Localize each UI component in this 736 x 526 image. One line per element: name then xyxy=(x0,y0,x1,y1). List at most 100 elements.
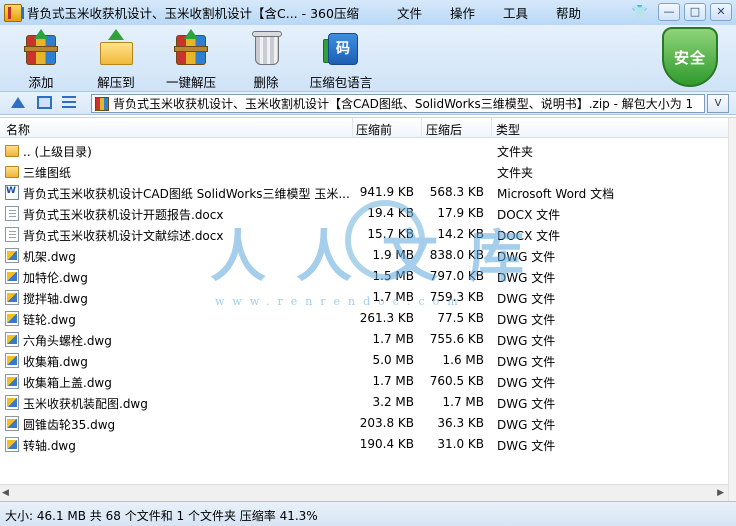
list-item[interactable]: 机架.dwg 1.9 MB 838.0 KB DWG 文件 xyxy=(0,245,720,266)
file-name: 背负式玉米收获机设计文献综述.docx xyxy=(23,229,224,243)
extract-to-button[interactable]: 解压到 xyxy=(81,29,151,91)
folder-icon xyxy=(5,145,19,157)
file-type: DWG 文件 xyxy=(497,250,556,264)
compressed-size: 1.9 MB xyxy=(372,248,414,262)
archive-language-icon: 码 xyxy=(322,29,360,67)
scroll-right-arrow-icon[interactable]: ▶ xyxy=(717,488,724,498)
list-item[interactable]: 玉米收获机装配图.dwg 3.2 MB 1.7 MB DWG 文件 xyxy=(0,392,720,413)
uncompressed-size: 77.5 KB xyxy=(437,311,484,325)
path-dropdown-button[interactable]: V xyxy=(707,94,729,113)
uncompressed-size: 755.6 KB xyxy=(429,332,484,346)
file-type: DOCX 文件 xyxy=(497,208,561,222)
zip-archive-icon xyxy=(95,96,109,111)
file-name: .. (上级目录) xyxy=(23,145,92,159)
file-name: 加特伦.dwg xyxy=(23,271,88,285)
file-type: DWG 文件 xyxy=(497,334,556,348)
archive-language-button[interactable]: 码 压缩包语言 xyxy=(306,29,376,91)
archive-language-button-label: 压缩包语言 xyxy=(309,75,373,90)
list-item[interactable]: 背负式玉米收获机设计开题报告.docx 19.4 KB 17.9 KB DOCX… xyxy=(0,203,720,224)
uncompressed-size: 568.3 KB xyxy=(429,185,484,199)
column-type[interactable]: 类型 xyxy=(496,121,520,138)
menu-help[interactable]: 帮助 xyxy=(556,3,581,22)
list-item[interactable]: 六角头螺栓.dwg 1.7 MB 755.6 KB DWG 文件 xyxy=(0,329,720,350)
list-item[interactable]: 圆锥齿轮35.dwg 203.8 KB 36.3 KB DWG 文件 xyxy=(0,413,720,434)
dwg-file-icon xyxy=(5,374,19,389)
minimize-button[interactable]: — xyxy=(658,3,680,21)
list-item[interactable]: 加特伦.dwg 1.5 MB 797.0 KB DWG 文件 xyxy=(0,266,720,287)
add-button[interactable]: 添加 xyxy=(6,29,76,91)
menu-operation[interactable]: 操作 xyxy=(450,3,475,22)
file-name: 六角头螺栓.dwg xyxy=(23,334,112,348)
file-name: 机架.dwg xyxy=(23,250,76,264)
one-click-extract-button[interactable]: 一键解压 xyxy=(156,29,226,91)
menu-tools[interactable]: 工具 xyxy=(503,3,528,22)
uncompressed-size: 14.2 KB xyxy=(437,227,484,241)
compressed-size: 3.2 MB xyxy=(372,395,414,409)
column-uncompressed[interactable]: 压缩后 xyxy=(426,121,462,138)
list-item[interactable]: 转轴.dwg 190.4 KB 31.0 KB DWG 文件 xyxy=(0,434,720,455)
trash-icon xyxy=(247,29,285,67)
file-name: 收集箱.dwg xyxy=(23,355,88,369)
dwg-file-icon xyxy=(5,269,19,284)
column-name[interactable]: 名称 xyxy=(6,121,30,138)
scroll-left-arrow-icon[interactable]: ◀ xyxy=(2,488,9,498)
skin-shirt-icon[interactable]: 👕 xyxy=(632,5,648,20)
one-click-extract-icon xyxy=(172,29,210,67)
add-button-label: 添加 xyxy=(28,75,54,90)
uncompressed-size: 838.0 KB xyxy=(429,248,484,262)
address-bar: 背负式玉米收获机设计、玉米收割机设计【含CAD图纸、SolidWorks三维模型… xyxy=(0,92,736,115)
list-view-icon[interactable] xyxy=(62,96,76,110)
uncompressed-size: 759.3 KB xyxy=(429,290,484,304)
list-item[interactable]: 背负式玉米收获机设计文献综述.docx 15.7 KB 14.2 KB DOCX… xyxy=(0,224,720,245)
docx-file-icon xyxy=(5,206,19,221)
360zip-app-icon xyxy=(4,3,24,22)
path-text: 背负式玉米收获机设计、玉米收割机设计【含CAD图纸、SolidWorks三维模型… xyxy=(113,97,694,111)
close-button[interactable]: ✕ xyxy=(710,3,732,21)
file-type: DWG 文件 xyxy=(497,271,556,285)
path-field[interactable]: 背负式玉米收获机设计、玉米收割机设计【含CAD图纸、SolidWorks三维模型… xyxy=(91,94,705,113)
compressed-size: 5.0 MB xyxy=(372,353,414,367)
uncompressed-size: 36.3 KB xyxy=(437,416,484,430)
dwg-file-icon xyxy=(5,311,19,326)
column-header: 名称 压缩前 压缩后 类型 xyxy=(0,118,728,138)
file-type: DWG 文件 xyxy=(497,439,556,453)
delete-button-label: 删除 xyxy=(253,75,279,90)
file-type: DWG 文件 xyxy=(497,313,556,327)
delete-button[interactable]: 删除 xyxy=(231,29,301,91)
compressed-size: 261.3 KB xyxy=(359,311,414,325)
list-item[interactable]: .. (上级目录) 文件夹 xyxy=(0,140,720,161)
dwg-file-icon xyxy=(5,290,19,305)
file-type: DWG 文件 xyxy=(497,355,556,369)
uncompressed-size: 17.9 KB xyxy=(437,206,484,220)
horizontal-scrollbar[interactable]: ◀ ▶ xyxy=(0,484,728,501)
compressed-size: 15.7 KB xyxy=(367,227,414,241)
uncompressed-size: 31.0 KB xyxy=(437,437,484,451)
menu-file[interactable]: 文件 xyxy=(397,3,422,22)
list-item[interactable]: 背负式玉米收获机设计CAD图纸 SolidWorks三维模型 玉米... 941… xyxy=(0,182,720,203)
list-item[interactable]: 链轮.dwg 261.3 KB 77.5 KB DWG 文件 xyxy=(0,308,720,329)
list-item[interactable]: 三维图纸 文件夹 xyxy=(0,161,720,182)
compressed-size: 1.7 MB xyxy=(372,374,414,388)
dwg-file-icon xyxy=(5,353,19,368)
compressed-size: 941.9 KB xyxy=(359,185,414,199)
compressed-size: 190.4 KB xyxy=(359,437,414,451)
thumbnail-view-icon[interactable] xyxy=(37,96,52,109)
file-name: 圆锥齿轮35.dwg xyxy=(23,418,116,432)
menu-bar: 文件 操作 工具 帮助 xyxy=(397,3,609,22)
extract-to-button-label: 解压到 xyxy=(97,75,135,90)
up-arrow-icon[interactable] xyxy=(11,97,25,108)
dwg-file-icon xyxy=(5,395,19,410)
status-text: 大小: 46.1 MB 共 68 个文件和 1 个文件夹 压缩率 41.3% xyxy=(5,509,318,523)
maximize-button[interactable]: □ xyxy=(684,3,706,21)
title-bar: 背负式玉米收获机设计、玉米收割机设计【含C... - 360压缩 文件 操作 工… xyxy=(0,0,736,25)
vertical-scrollbar[interactable] xyxy=(728,118,736,502)
window-controls: 👕 — □ ✕ xyxy=(632,3,732,21)
toolbar: 添加 解压到 一键解压 删除 码 压缩包语言 安全 xyxy=(0,25,736,92)
security-shield-button[interactable]: 安全 xyxy=(658,27,722,89)
list-item[interactable]: 收集箱.dwg 5.0 MB 1.6 MB DWG 文件 xyxy=(0,350,720,371)
file-name: 玉米收获机装配图.dwg xyxy=(23,397,148,411)
list-item[interactable]: 收集箱上盖.dwg 1.7 MB 760.5 KB DWG 文件 xyxy=(0,371,720,392)
column-compressed[interactable]: 压缩前 xyxy=(356,121,392,138)
one-click-extract-button-label: 一键解压 xyxy=(165,75,216,90)
list-item[interactable]: 搅拌轴.dwg 1.7 MB 759.3 KB DWG 文件 xyxy=(0,287,720,308)
